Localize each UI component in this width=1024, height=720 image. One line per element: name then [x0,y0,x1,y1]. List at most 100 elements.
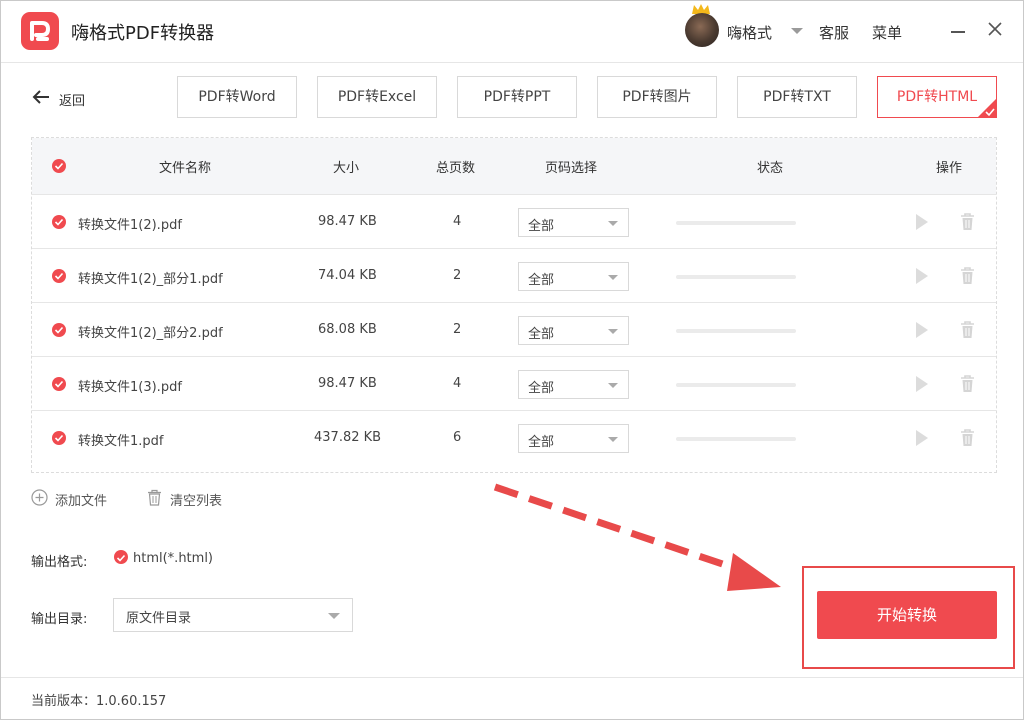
file-size: 437.82 KB [314,430,382,445]
page-range-value: 全部 [528,381,555,396]
tab-pdf-to-html[interactable]: PDF转HTML [877,76,997,118]
table-row: 转换文件1(2)_部分1.pdf 74.04 KB 2 全部 [32,248,996,302]
page-count: 4 [453,214,462,229]
row-checkbox[interactable] [52,215,66,229]
chevron-down-icon [608,383,618,388]
check-icon [54,162,64,170]
check-icon [116,554,126,562]
page-range-select[interactable]: 全部 [518,208,629,237]
start-convert-button[interactable]: 开始转换 [817,591,997,639]
tab-pdf-to-excel[interactable]: PDF转Excel [317,76,437,118]
file-name: 转换文件1(2).pdf [78,218,182,233]
check-icon [54,272,64,280]
header-file-name: 文件名称 [159,161,212,176]
row-checkbox[interactable] [52,269,66,283]
title-bar: 嗨格式PDF转换器 嗨格式 客服 菜单 [1,1,1023,63]
file-size: 68.08 KB [318,322,377,337]
output-dir-label: 输出目录: [31,612,88,627]
page-count: 4 [453,376,462,391]
play-icon[interactable] [915,213,929,231]
header-action: 操作 [936,161,963,176]
play-icon[interactable] [915,375,929,393]
page-count: 2 [453,268,462,283]
output-format-value: html(*.html) [133,551,213,566]
header-page-range: 页码选择 [545,161,598,176]
app-title: 嗨格式PDF转换器 [71,23,215,44]
chevron-down-icon[interactable] [791,28,803,34]
file-name: 转换文件1(3).pdf [78,380,182,395]
menu-button[interactable]: 菜单 [872,22,902,43]
header-status: 状态 [757,161,784,176]
page-range-select[interactable]: 全部 [518,316,629,345]
status-progress-bar [676,275,796,279]
user-name[interactable]: 嗨格式 [727,22,772,43]
tab-pdf-to-html-label: PDF转HTML [896,89,978,105]
page-count: 6 [453,430,462,445]
footer: 当前版本：1.0.60.157 [1,677,1023,719]
tab-pdf-to-ppt[interactable]: PDF转PPT [457,76,577,118]
page-count: 2 [453,322,462,337]
row-checkbox[interactable] [52,431,66,445]
header-size: 大小 [333,161,360,176]
status-progress-bar [676,221,796,225]
table-row: 转换文件1.pdf 437.82 KB 6 全部 [32,410,996,464]
tab-pdf-to-txt[interactable]: PDF转TXT [737,76,857,118]
file-size: 98.47 KB [318,376,377,391]
file-name: 转换文件1.pdf [78,434,164,449]
customer-service-button[interactable]: 客服 [819,22,849,43]
page-range-select[interactable]: 全部 [518,424,629,453]
select-all-checkbox[interactable] [52,159,66,173]
check-icon [54,326,64,334]
row-checkbox[interactable] [52,377,66,391]
page-range-value: 全部 [528,273,555,288]
trash-icon[interactable] [960,429,975,447]
file-table: 文件名称 大小 总页数 页码选择 状态 操作 转换文件1(2).pdf 98.4… [31,137,997,473]
play-icon[interactable] [915,429,929,447]
output-dir-select[interactable]: 原文件目录 [113,598,353,632]
play-icon[interactable] [915,321,929,339]
check-icon [54,434,64,442]
chevron-down-icon [328,613,340,619]
plus-circle-icon [31,489,48,506]
page-range-select[interactable]: 全部 [518,370,629,399]
page-range-value: 全部 [528,219,555,234]
back-button[interactable]: 返回 [31,87,91,109]
file-size: 74.04 KB [318,268,377,283]
arrow-left-icon [32,90,49,104]
selected-corner-check-icon [977,98,997,118]
tab-pdf-to-word[interactable]: PDF转Word [177,76,297,118]
output-dir-value: 原文件目录 [126,611,192,626]
page-range-value: 全部 [528,327,555,342]
output-format-radio[interactable] [114,550,128,564]
table-row: 转换文件1(3).pdf 98.47 KB 4 全部 [32,356,996,410]
close-icon[interactable] [987,21,1003,37]
page-range-select[interactable]: 全部 [518,262,629,291]
output-format-label: 输出格式: [31,555,88,570]
trash-icon [148,489,161,506]
trash-icon[interactable] [960,267,975,285]
trash-icon[interactable] [960,375,975,393]
tab-pdf-to-image[interactable]: PDF转图片 [597,76,717,118]
status-progress-bar [676,383,796,387]
file-name: 转换文件1(2)_部分2.pdf [78,326,223,341]
chevron-down-icon [608,275,618,280]
back-label: 返回 [59,94,86,109]
play-icon[interactable] [915,267,929,285]
trash-icon[interactable] [960,321,975,339]
minimize-icon[interactable] [951,31,965,33]
add-file-label: 添加文件 [55,494,108,509]
chevron-down-icon [608,221,618,226]
avatar[interactable] [685,13,719,47]
table-row: 转换文件1(2)_部分2.pdf 68.08 KB 2 全部 [32,302,996,356]
clear-list-label: 清空列表 [170,494,223,509]
table-header: 文件名称 大小 总页数 页码选择 状态 操作 [32,138,996,194]
version-text: 当前版本：1.0.60.157 [31,694,167,709]
table-row: 转换文件1(2).pdf 98.47 KB 4 全部 [32,194,996,248]
chevron-down-icon [608,329,618,334]
row-checkbox[interactable] [52,323,66,337]
app-logo [21,12,59,50]
trash-icon[interactable] [960,213,975,231]
status-progress-bar [676,329,796,333]
app-window: 嗨格式PDF转换器 嗨格式 客服 菜单 返回 PDF转Word PDF转Exce… [0,0,1024,720]
page-range-value: 全部 [528,435,555,450]
